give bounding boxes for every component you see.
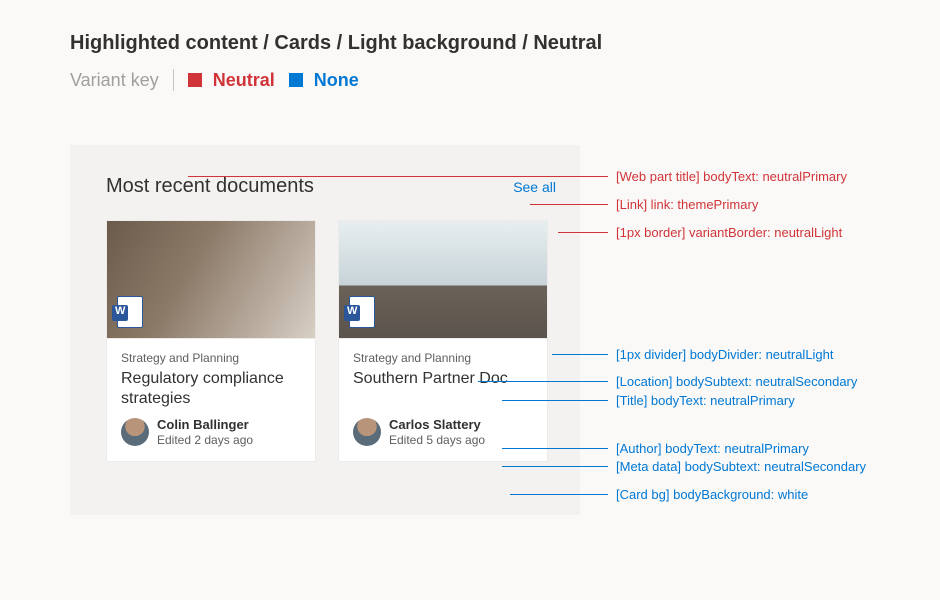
avatar	[353, 418, 381, 446]
document-card[interactable]: Strategy and Planning Southern Partner D…	[338, 220, 548, 462]
see-all-link[interactable]: See all	[513, 179, 556, 195]
panel-header: Most recent documents See all	[106, 175, 556, 198]
divider	[173, 69, 174, 91]
annotation-title: [Web part title] bodyText: neutralPrimar…	[616, 170, 847, 183]
card-list: Strategy and Planning Regulatory complia…	[106, 220, 556, 462]
annotation-divider: [1px divider] bodyDivider: neutralLight	[616, 348, 834, 361]
card-author: Colin Ballinger	[157, 417, 253, 433]
card-title: Southern Partner Doc	[353, 369, 533, 389]
variant-none-label: None	[314, 70, 359, 90]
variant-neutral: Neutral	[188, 70, 275, 91]
header: Highlighted content / Cards / Light back…	[0, 0, 940, 91]
card-thumbnail	[339, 221, 547, 339]
card-body: Strategy and Planning Regulatory complia…	[107, 339, 315, 417]
webpart-title: Most recent documents	[106, 175, 314, 198]
annotation-cardbg: [Card bg] bodyBackground: white	[616, 488, 808, 501]
breadcrumb: Highlighted content / Cards / Light back…	[70, 32, 870, 55]
annotation-title-token: [Title] bodyText: neutralPrimary	[616, 394, 795, 407]
annotation-author: [Author] bodyText: neutralPrimary	[616, 442, 809, 455]
variant-neutral-label: Neutral	[213, 70, 275, 90]
card-footer: Colin Ballinger Edited 2 days ago	[107, 417, 315, 461]
card-footer: Carlos Slattery Edited 5 days ago	[339, 417, 547, 461]
webpart-panel: Most recent documents See all Strategy a…	[70, 145, 580, 515]
word-doc-icon	[117, 296, 143, 328]
card-author: Carlos Slattery	[389, 417, 485, 433]
card-thumbnail	[107, 221, 315, 339]
word-doc-icon	[349, 296, 375, 328]
annotation-location: [Location] bodySubtext: neutralSecondary	[616, 375, 857, 388]
annotation-border: [1px border] variantBorder: neutralLight	[616, 226, 842, 239]
variant-key-label: Variant key	[70, 70, 159, 91]
card-meta: Edited 2 days ago	[157, 433, 253, 447]
card-meta: Edited 5 days ago	[389, 433, 485, 447]
card-location: Strategy and Planning	[121, 351, 301, 365]
card-body: Strategy and Planning Southern Partner D…	[339, 339, 547, 417]
swatch-neutral-icon	[188, 73, 202, 87]
annotation-link: [Link] link: themePrimary	[616, 198, 758, 211]
document-card[interactable]: Strategy and Planning Regulatory complia…	[106, 220, 316, 462]
card-title: Regulatory compliance strategies	[121, 369, 301, 409]
swatch-none-icon	[289, 73, 303, 87]
annotation-meta: [Meta data] bodySubtext: neutralSecondar…	[616, 460, 866, 473]
variant-key-row: Variant key Neutral None	[70, 69, 870, 91]
avatar	[121, 418, 149, 446]
card-location: Strategy and Planning	[353, 351, 533, 365]
variant-none: None	[289, 70, 359, 91]
